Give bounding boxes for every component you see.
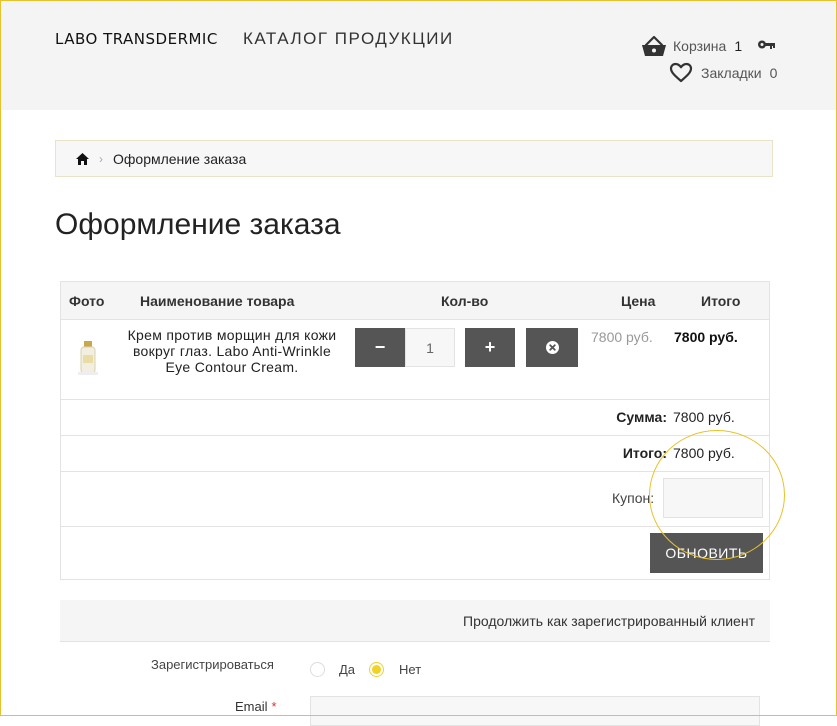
catalog-link[interactable]: КАТАЛОГ ПРОДУКЦИИ <box>243 29 454 49</box>
cart-label: Корзина <box>673 38 727 54</box>
header-name: Наименование товара <box>140 293 295 309</box>
sum-value: 7800 руб. <box>673 409 735 425</box>
header-price: Цена <box>621 293 656 309</box>
breadcrumb-current[interactable]: Оформление заказа <box>113 151 246 167</box>
quantity-input[interactable] <box>405 328 455 367</box>
update-cart-button[interactable]: ОБНОВИТЬ <box>650 533 763 573</box>
site-logo[interactable]: LABO TRANSDERMIC <box>55 30 218 48</box>
page-title: Оформление заказа <box>55 208 341 241</box>
row-divider <box>61 526 769 527</box>
register-yes-label[interactable]: Да <box>339 662 355 677</box>
register-label: Зарегистрироваться <box>151 657 274 672</box>
quantity-decrease-button[interactable]: − <box>355 328 405 367</box>
quantity-increase-button[interactable]: + <box>465 328 515 367</box>
product-name[interactable]: Крем против морщин для кожи вокруг глаз.… <box>127 327 337 375</box>
row-divider <box>61 435 769 436</box>
header-photo: Фото <box>69 293 105 309</box>
table-header: Фото Наименование товара Кол-во Цена Ито… <box>61 282 769 320</box>
row-divider <box>61 399 769 400</box>
bookmarks-count: 0 <box>769 64 778 81</box>
remove-icon <box>545 341 559 354</box>
bookmarks-link[interactable]: Закладки 0 <box>669 62 777 83</box>
header-qty: Кол-во <box>441 293 489 309</box>
grand-total-label: Итого: <box>622 445 667 461</box>
basket-icon <box>642 35 666 56</box>
breadcrumb-separator: › <box>99 151 103 166</box>
cart-count: 1 <box>734 38 743 54</box>
remove-item-button[interactable] <box>526 328 578 367</box>
required-mark: * <box>271 699 277 714</box>
row-divider <box>61 471 769 472</box>
register-yes-radio[interactable] <box>310 662 325 677</box>
cart-link[interactable]: Корзина 1 <box>641 35 742 57</box>
register-no-label[interactable]: Нет <box>399 662 421 677</box>
header-total: Итого <box>701 293 741 309</box>
item-price: 7800 руб. <box>591 329 653 345</box>
register-no-radio[interactable] <box>369 662 385 677</box>
registered-client-bar[interactable]: Продолжить как зарегистрированный клиент <box>60 600 770 642</box>
heart-icon <box>669 62 693 83</box>
email-label: Email * <box>235 699 277 714</box>
item-total: 7800 руб. <box>674 329 738 345</box>
email-label-text: Email <box>235 699 268 714</box>
coupon-input[interactable] <box>663 478 763 518</box>
cart-table: Фото Наименование товара Кол-во Цена Ито… <box>60 281 770 580</box>
register-radio-group: Да Нет <box>310 662 421 677</box>
email-input[interactable] <box>310 696 760 726</box>
registered-client-link[interactable]: Продолжить как зарегистрированный клиент <box>463 613 755 629</box>
breadcrumb: › Оформление заказа <box>55 140 773 177</box>
sum-label: Сумма: <box>616 409 667 425</box>
coupon-label: Купон: <box>612 490 655 506</box>
bookmarks-label: Закладки <box>701 64 762 81</box>
product-thumbnail[interactable] <box>75 339 101 377</box>
home-icon[interactable] <box>76 152 89 165</box>
key-icon[interactable] <box>757 39 775 50</box>
site-header: LABO TRANSDERMIC КАТАЛОГ ПРОДУКЦИИ Корзи… <box>1 1 836 110</box>
grand-total-value: 7800 руб. <box>673 445 735 461</box>
